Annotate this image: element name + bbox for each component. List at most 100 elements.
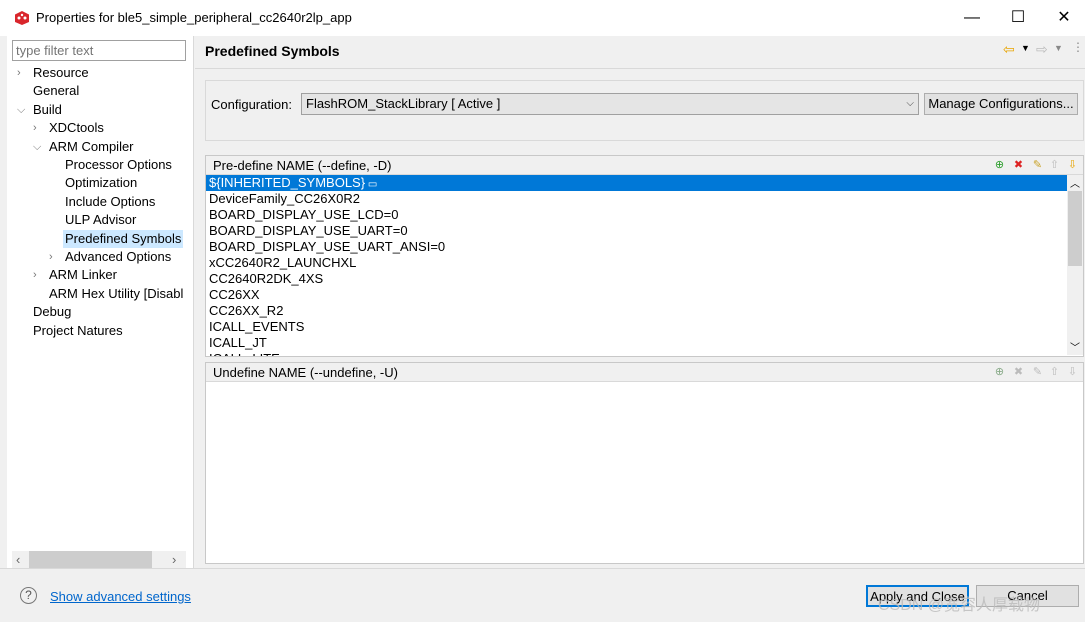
tree-item[interactable]: ULP Advisor bbox=[63, 211, 138, 229]
tree-item[interactable]: Processor Options bbox=[63, 156, 174, 174]
symbol-text: ${INHERITED_SYMBOLS} bbox=[209, 175, 366, 190]
move-up-icon: ⇧ bbox=[1049, 159, 1060, 171]
scroll-thumb[interactable] bbox=[29, 551, 152, 568]
undefine-header: Undefine NAME (--undefine, -U) bbox=[206, 363, 1083, 382]
configuration-value: FlashROM_StackLibrary [ Active ] bbox=[306, 96, 501, 111]
tree-item-label: Optimization bbox=[65, 175, 138, 191]
back-menu-icon[interactable]: ▼ bbox=[1021, 43, 1030, 53]
symbol-text: ICALL_LITE bbox=[209, 351, 280, 356]
list-item[interactable]: ICALL_LITE bbox=[206, 351, 1067, 356]
symbol-text: CC26XX bbox=[209, 287, 260, 302]
list-item[interactable]: BOARD_DISPLAY_USE_UART=0 bbox=[206, 223, 1067, 239]
predefine-vertical-scrollbar[interactable]: ︿ ﹀ bbox=[1067, 175, 1083, 355]
delete-icon[interactable]: ✖ bbox=[1012, 159, 1025, 172]
tree-item-label: ARM Hex Utility [Disabl bbox=[49, 285, 184, 301]
predefine-list[interactable]: ${INHERITED_SYMBOLS} ▭ DeviceFamily_CC26X… bbox=[206, 175, 1067, 356]
tree-item[interactable]: ⌵ ARM Compiler bbox=[33, 138, 136, 156]
symbol-text: BOARD_DISPLAY_USE_LCD=0 bbox=[209, 207, 399, 222]
tree-item-label: Resource bbox=[33, 65, 89, 80]
add-icon[interactable]: ⊕ bbox=[993, 366, 1006, 379]
close-button[interactable]: ✕ bbox=[1044, 6, 1084, 30]
symbol-text: DeviceFamily_CC26X0R2 bbox=[209, 191, 360, 206]
tree-item[interactable]: › ARM Linker bbox=[33, 266, 119, 284]
list-item[interactable]: ICALL_EVENTS bbox=[206, 319, 1067, 335]
maximize-button[interactable]: ☐ bbox=[998, 6, 1038, 30]
add-icon[interactable]: ⊕ bbox=[993, 159, 1006, 172]
more-icon[interactable]: ▭ bbox=[365, 179, 377, 190]
tree-item-label: Project Natures bbox=[33, 322, 123, 338]
scroll-down-icon[interactable]: ﹀ bbox=[1070, 339, 1080, 354]
minimize-button[interactable]: — bbox=[952, 6, 992, 30]
show-advanced-settings-link[interactable]: Show advanced settings bbox=[50, 589, 191, 604]
tree-item-label: Processor Options bbox=[65, 157, 172, 172]
move-down-icon: ⇩ bbox=[1067, 366, 1078, 378]
tree-item-label: XDCtools bbox=[49, 120, 104, 136]
tree-item[interactable]: Debug bbox=[31, 303, 73, 321]
tree-item-label: General bbox=[33, 83, 80, 99]
tree-item[interactable]: ⌵ Build bbox=[17, 101, 64, 119]
forward-menu-icon[interactable]: ▼ bbox=[1054, 43, 1063, 53]
tree-item-label: Include Options bbox=[65, 193, 156, 209]
symbol-text: ICALL_EVENTS bbox=[209, 319, 305, 334]
list-item[interactable]: BOARD_DISPLAY_USE_UART_ANSI=0 bbox=[206, 239, 1067, 255]
symbol-text: BOARD_DISPLAY_USE_UART_ANSI=0 bbox=[209, 239, 446, 254]
configuration-label: Configuration: bbox=[211, 97, 292, 112]
tree-item[interactable]: Include Options bbox=[63, 193, 157, 211]
manage-configurations-button[interactable]: Manage Configurations... bbox=[924, 93, 1078, 115]
divider bbox=[0, 568, 1085, 569]
scroll-thumb[interactable] bbox=[1068, 191, 1082, 266]
filter-input[interactable] bbox=[12, 40, 186, 61]
list-item[interactable]: ICALL_JT bbox=[206, 335, 1067, 351]
tree-item[interactable]: Optimization bbox=[63, 174, 139, 192]
move-down-icon[interactable]: ⇩ bbox=[1066, 159, 1079, 172]
tree-item[interactable]: › XDCtools bbox=[33, 119, 106, 137]
edit-icon: ✎ bbox=[1032, 366, 1043, 378]
scroll-up-icon[interactable]: ︿ bbox=[1070, 175, 1080, 190]
tree-item[interactable]: Project Natures bbox=[31, 322, 125, 340]
list-item[interactable]: BOARD_DISPLAY_USE_LCD=0 bbox=[206, 207, 1067, 223]
back-arrow-icon[interactable]: ⇦ bbox=[1003, 41, 1015, 58]
list-item[interactable]: CC2640R2DK_4XS bbox=[206, 271, 1067, 287]
configuration-select[interactable]: FlashROM_StackLibrary [ Active ] ⌵ bbox=[301, 93, 919, 115]
list-item[interactable]: CC26XX_R2 bbox=[206, 303, 1067, 319]
tree-item[interactable]: › Resource bbox=[17, 64, 91, 82]
symbol-text: ICALL_JT bbox=[209, 335, 267, 350]
app-cube-icon bbox=[15, 11, 29, 25]
predefine-header: Pre-define NAME (--define, -D) bbox=[206, 156, 1083, 175]
divider bbox=[195, 68, 1085, 69]
list-item[interactable]: CC26XX bbox=[206, 287, 1067, 303]
page-title: Predefined Symbols bbox=[205, 43, 340, 59]
chevron-right-icon[interactable]: › bbox=[33, 119, 45, 137]
chevron-right-icon[interactable]: › bbox=[17, 64, 29, 82]
scroll-right-icon[interactable]: › bbox=[172, 552, 176, 567]
tree-item[interactable]: General bbox=[31, 82, 81, 100]
chevron-down-icon[interactable]: ⌵ bbox=[17, 101, 29, 119]
tree-item-label: Debug bbox=[33, 304, 72, 320]
tree-item-label: ARM Linker bbox=[49, 267, 117, 283]
watermark: CSDN @宽容人厚载物 bbox=[878, 597, 1041, 614]
tree-item[interactable]: Predefined Symbols bbox=[63, 229, 184, 248]
chevron-right-icon[interactable]: › bbox=[33, 266, 45, 284]
chevron-down-icon: ⌵ bbox=[906, 98, 914, 109]
undefine-panel: Undefine NAME (--undefine, -U) bbox=[205, 362, 1084, 564]
view-menu-icon[interactable]: ⋮ bbox=[1072, 40, 1084, 54]
tree-item-label: Predefined Symbols bbox=[65, 230, 182, 246]
edit-icon[interactable]: ✎ bbox=[1031, 159, 1044, 172]
symbol-text: CC2640R2DK_4XS bbox=[209, 271, 324, 286]
tree-item[interactable]: › Advanced Options bbox=[49, 248, 173, 266]
list-item[interactable]: DeviceFamily_CC26X0R2 bbox=[206, 191, 1067, 207]
undefine-list[interactable] bbox=[206, 382, 1083, 563]
list-item[interactable]: xCC2640R2_LAUNCHXL bbox=[206, 255, 1067, 271]
help-icon[interactable]: ? bbox=[20, 587, 37, 604]
forward-arrow-icon: ⇨ bbox=[1036, 41, 1048, 57]
tree-item-label: Build bbox=[33, 101, 62, 117]
tree-horizontal-scrollbar[interactable]: ‹ › bbox=[12, 551, 186, 568]
tree-item-label: Advanced Options bbox=[65, 249, 172, 264]
delete-icon: ✖ bbox=[1013, 366, 1024, 378]
scroll-left-icon[interactable]: ‹ bbox=[16, 552, 20, 567]
list-item[interactable]: ${INHERITED_SYMBOLS} ▭ bbox=[206, 175, 1067, 191]
chevron-down-icon[interactable]: ⌵ bbox=[33, 138, 45, 156]
tree-item[interactable]: ARM Hex Utility [Disabl bbox=[47, 285, 185, 303]
chevron-right-icon[interactable]: › bbox=[49, 248, 61, 266]
symbol-text: BOARD_DISPLAY_USE_UART=0 bbox=[209, 223, 408, 238]
